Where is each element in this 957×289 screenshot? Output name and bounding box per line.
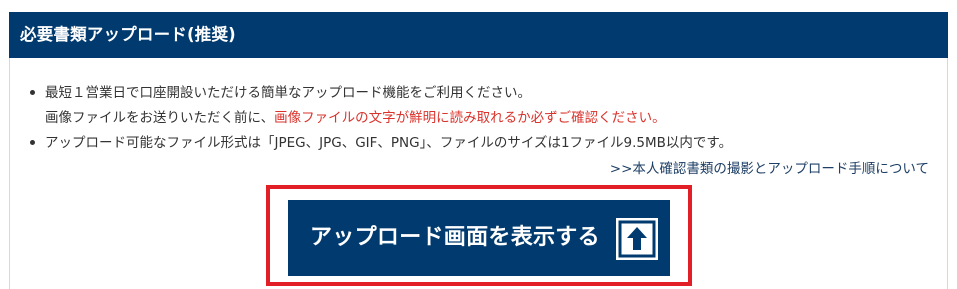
section-header: 必要書類アップロード(推奨) (9, 12, 948, 58)
show-upload-screen-button[interactable]: アップロード画面を表示する (288, 200, 670, 276)
warning-text: 画像ファイルの文字が鮮明に読み取れるか必ずご確認ください。 (274, 110, 666, 126)
upload-arrow-icon (616, 218, 658, 260)
upload-button-label: アップロード画面を表示する (310, 225, 600, 250)
info-line-1: 最短１営業日で口座開設いただける簡単なアップロード機能をご利用ください。 (45, 85, 531, 101)
info-line-3: アップロード可能なファイル形式は「JPEG、JPG、GIF、PNG」、ファイルの… (45, 135, 733, 151)
photo-guide-link[interactable]: >>本人確認書類の撮影とアップロード手順について (610, 157, 929, 177)
section-title: 必要書類アップロード(推奨) (20, 25, 236, 44)
bullet-dot (30, 140, 35, 145)
bullet-dot (30, 90, 35, 95)
info-line-2: 画像ファイルをお送りいただく前に、画像ファイルの文字が鮮明に読み取れるか必ずご確… (45, 106, 666, 126)
info-line-2-prefix: 画像ファイルをお送りいただく前に、 (45, 110, 275, 126)
